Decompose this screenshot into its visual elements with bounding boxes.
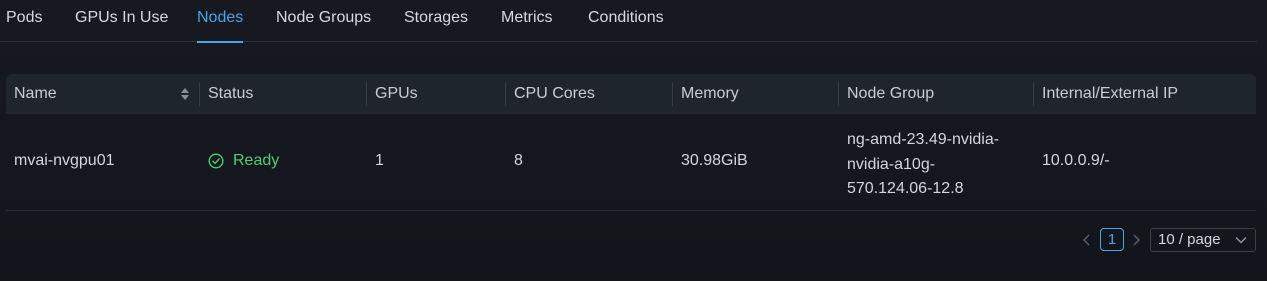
chevron-down-icon (1235, 237, 1247, 244)
column-header-node-group: Node Group (847, 85, 935, 102)
column-divider (505, 82, 506, 106)
table-row[interactable]: mvai-nvgpu01 Ready 1 8 30.98GiB ng-amd-2… (6, 114, 1256, 211)
tab-conditions[interactable]: Conditions (588, 9, 664, 42)
tab-pods[interactable]: Pods (6, 9, 42, 42)
tab-nodes[interactable]: Nodes (197, 9, 244, 43)
column-header-ip: Internal/External IP (1042, 85, 1179, 102)
node-group-line: 570.124.06-12.8 (847, 180, 964, 197)
column-divider (1033, 82, 1034, 106)
tab-node-groups[interactable]: Node Groups (276, 9, 371, 42)
check-circle-icon (208, 153, 224, 169)
chevron-right-icon[interactable] (1129, 231, 1143, 249)
tab-bar: Pods GPUs In Use Nodes Node Groups Stora… (0, 0, 1257, 43)
gpus-cell: 1 (375, 152, 384, 169)
node-name-cell: mvai-nvgpu01 (14, 152, 115, 169)
table-header: Name Status GPUs CPU Cores Memory Node G… (6, 74, 1256, 114)
status-badge: Ready (208, 152, 279, 170)
page-number-current[interactable]: 1 (1100, 228, 1124, 251)
tab-metrics[interactable]: Metrics (501, 9, 553, 42)
column-divider (199, 82, 200, 106)
column-header-gpus: GPUs (375, 85, 418, 102)
column-header-name[interactable]: Name (14, 74, 57, 114)
column-divider (838, 82, 839, 106)
pagination: 1 10 / page (1080, 228, 1256, 252)
page-size-value: 10 / page (1158, 231, 1221, 248)
status-label: Ready (233, 152, 280, 169)
sort-icon[interactable] (179, 86, 191, 102)
tab-storages[interactable]: Storages (404, 9, 468, 42)
memory-cell: 30.98GiB (681, 152, 748, 169)
nodes-table: Name Status GPUs CPU Cores Memory Node G… (6, 74, 1256, 211)
column-header-cpu-cores: CPU Cores (514, 85, 595, 102)
node-group-cell: ng-amd-23.49-nvidia- nvidia-a10g- 570.12… (847, 128, 1027, 202)
node-group-line: ng-amd-23.49-nvidia- (847, 131, 1000, 148)
cpu-cores-cell: 8 (514, 152, 523, 169)
column-divider (672, 82, 673, 106)
node-group-line: nvidia-a10g- (847, 155, 936, 173)
tab-gpus-in-use[interactable]: GPUs In Use (75, 9, 168, 42)
chevron-left-icon[interactable] (1080, 231, 1094, 249)
column-header-status: Status (208, 85, 254, 102)
ip-cell: 10.0.0.9/- (1042, 152, 1110, 169)
page-size-select[interactable]: 10 / page (1150, 228, 1256, 252)
column-header-memory: Memory (681, 85, 739, 102)
column-divider (366, 82, 367, 106)
